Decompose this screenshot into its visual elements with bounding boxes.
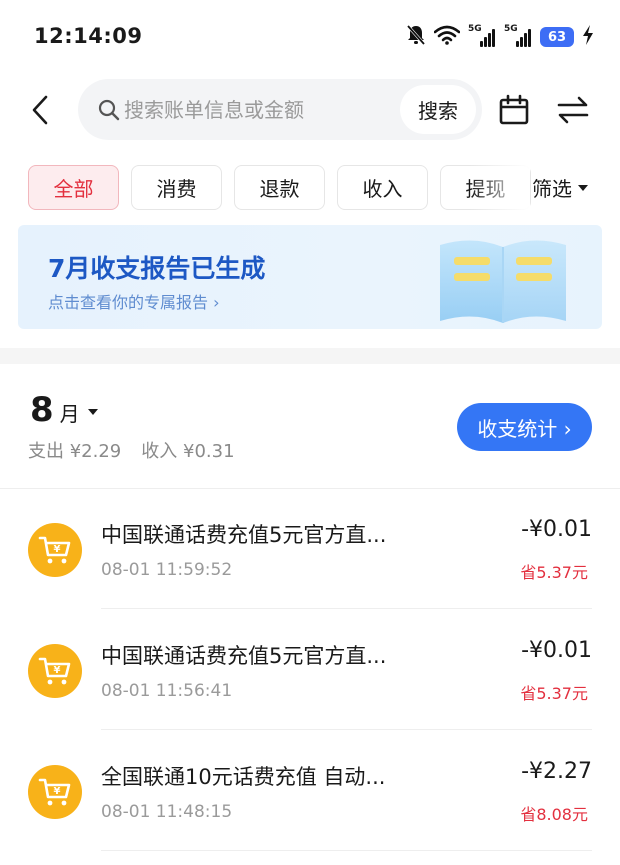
charging-bolt-icon — [582, 25, 594, 49]
chip-expense[interactable]: 消费 — [131, 165, 222, 210]
transaction-time: 08-01 11:59:52 — [101, 560, 233, 580]
month-summary: 支出 ¥2.29 收入 ¥0.31 — [28, 437, 235, 463]
expense-total: 支出 ¥2.29 — [28, 441, 122, 462]
month-unit: 月 — [59, 402, 80, 426]
wifi-icon — [433, 25, 461, 49]
mute-bell-icon — [406, 24, 426, 50]
transaction-time: 08-01 11:56:41 — [101, 681, 233, 701]
calendar-icon — [499, 94, 529, 125]
search-bar: 搜索 — [78, 79, 482, 140]
status-icons: 5G 5G 63 — [406, 24, 594, 50]
shopping-cart-icon: ¥ — [28, 644, 82, 698]
swap-arrows-icon — [557, 96, 589, 124]
month-selector[interactable]: 8 月 — [30, 390, 98, 430]
income-total: 收入 ¥0.31 — [141, 441, 235, 462]
transaction-amount: -¥0.01 — [521, 638, 592, 663]
banner-title: 7月收支报告已生成 — [48, 254, 266, 283]
cellular-signal-icon: 5G — [468, 24, 496, 48]
chip-all[interactable]: 全部 — [28, 165, 119, 210]
transaction-savings: 省5.37元 — [520, 563, 588, 582]
calendar-button[interactable] — [498, 94, 530, 126]
chips-fade — [470, 165, 530, 211]
transaction-name: 中国联通话费充值5元官方直... — [101, 523, 387, 547]
status-time: 12:14:09 — [34, 24, 143, 48]
transaction-row[interactable]: ¥ 全国联通10元话费充值 自动... 08-01 11:48:15 -¥2.2… — [0, 731, 620, 851]
row-divider — [101, 850, 592, 851]
section-separator — [0, 348, 620, 364]
svg-text:¥: ¥ — [54, 665, 61, 676]
filter-button[interactable]: 筛选 — [532, 173, 588, 202]
chevron-left-icon — [32, 95, 48, 125]
transaction-row[interactable]: ¥ 中国联通话费充值5元官方直... 08-01 11:56:41 -¥0.01… — [0, 610, 620, 730]
caret-down-icon — [87, 409, 98, 415]
caret-down-icon — [578, 184, 588, 191]
report-banner[interactable]: 7月收支报告已生成 点击查看你的专属报告 › — [18, 225, 602, 329]
banner-subtitle: 点击查看你的专属报告 › — [48, 293, 220, 312]
transaction-savings: 省8.08元 — [520, 805, 588, 824]
transaction-time: 08-01 11:48:15 — [101, 802, 233, 822]
stats-button[interactable]: 收支统计 › — [457, 403, 592, 451]
shopping-cart-icon: ¥ — [28, 523, 82, 577]
transaction-name: 中国联通话费充值5元官方直... — [101, 644, 387, 668]
open-book-icon — [440, 240, 566, 323]
back-button[interactable] — [22, 92, 58, 128]
search-button[interactable]: 搜索 — [400, 85, 476, 134]
svg-text:¥: ¥ — [54, 786, 61, 797]
status-bar: 12:14:09 5G 5G 63 — [0, 0, 620, 72]
transaction-amount: -¥2.27 — [521, 759, 592, 784]
search-icon — [98, 99, 120, 121]
transaction-amount: -¥0.01 — [521, 517, 592, 542]
chip-income[interactable]: 收入 — [337, 165, 428, 210]
transaction-name: 全国联通10元话费充值 自动... — [101, 765, 386, 789]
search-input[interactable] — [124, 93, 384, 126]
svg-text:¥: ¥ — [54, 544, 61, 555]
chip-refund[interactable]: 退款 — [234, 165, 325, 210]
shopping-cart-icon: ¥ — [28, 765, 82, 819]
transaction-savings: 省5.37元 — [520, 684, 588, 703]
row-divider — [101, 729, 592, 730]
month-number: 8 — [30, 390, 54, 430]
transaction-row[interactable]: ¥ 中国联通话费充值5元官方直... 08-01 11:59:52 -¥0.01… — [0, 489, 620, 609]
cellular-signal-icon: 5G — [504, 24, 532, 48]
filter-label: 筛选 — [532, 177, 572, 201]
swap-button[interactable] — [556, 94, 590, 126]
battery-icon: 63 — [540, 27, 574, 47]
row-divider — [101, 608, 592, 609]
